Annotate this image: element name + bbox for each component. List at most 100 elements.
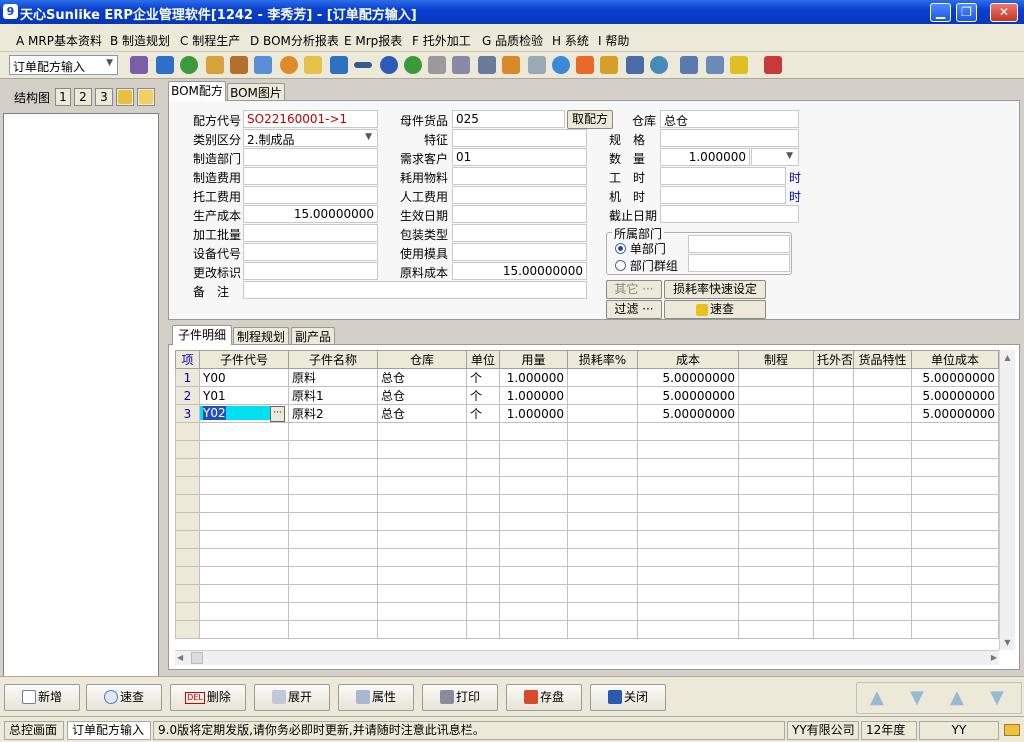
mfg-cost-field[interactable]	[243, 167, 378, 185]
refresh-icon[interactable]	[650, 56, 668, 74]
col-unit-cost[interactable]: 单位成本	[911, 350, 999, 369]
calculator-icon[interactable]	[478, 56, 496, 74]
nav-first-icon[interactable]: ▲	[870, 687, 884, 708]
help-icon[interactable]	[380, 56, 398, 74]
cell-unit[interactable]: 个	[466, 404, 500, 423]
menu-mrp-basic[interactable]: A MRP基本资料	[16, 32, 102, 49]
close-button[interactable]: 关闭	[590, 684, 666, 711]
loss-rate-button[interactable]: 损耗率快速设定	[664, 280, 766, 299]
cell-warehouse[interactable]: 总仓	[377, 404, 467, 423]
cell-usage[interactable]: 1.000000	[499, 368, 568, 387]
key-icon[interactable]	[354, 62, 372, 68]
home-tab[interactable]: 总控画面	[4, 721, 64, 740]
book-icon[interactable]	[330, 56, 348, 74]
document-icon[interactable]	[452, 56, 470, 74]
col-child-code[interactable]: 子件代号	[199, 350, 289, 369]
cell-cost[interactable]: 5.00000000	[637, 368, 739, 387]
mail-icon[interactable]	[304, 56, 322, 74]
cell-loss-rate[interactable]	[567, 368, 638, 387]
col-usage[interactable]: 用量	[499, 350, 568, 369]
col-process[interactable]: 制程	[738, 350, 814, 369]
properties-button[interactable]: 属性	[338, 684, 414, 711]
dept-group-field[interactable]	[688, 254, 790, 272]
cell-process[interactable]	[738, 368, 814, 387]
menu-quality[interactable]: G 品质检验	[482, 32, 543, 49]
cell-unit-cost[interactable]: 5.00000000	[911, 368, 999, 387]
table-row[interactable]	[175, 458, 999, 477]
table-row[interactable]	[175, 548, 999, 567]
scroll-right-icon[interactable]: ▶	[991, 651, 997, 665]
structure-tree[interactable]	[3, 113, 159, 713]
category-select[interactable]: 2.制成品 ▼	[243, 129, 378, 147]
cell-loss-rate[interactable]	[567, 404, 638, 423]
col-child-name[interactable]: 子件名称	[288, 350, 378, 369]
table-row[interactable]	[175, 620, 999, 639]
warehouse-field[interactable]: 总仓	[660, 110, 799, 128]
filter-button[interactable]: 过滤 ···	[606, 300, 662, 319]
add-button[interactable]: 新增	[4, 684, 80, 711]
exit-icon[interactable]	[764, 56, 782, 74]
table-row[interactable]	[175, 422, 999, 441]
minimize-button[interactable]: ▁	[930, 3, 951, 22]
menu-outsourcing[interactable]: F 托外加工	[412, 32, 471, 49]
cell-loss-rate[interactable]	[567, 386, 638, 405]
cell-process[interactable]	[738, 404, 814, 423]
print-button[interactable]: 打印	[422, 684, 498, 711]
home-icon[interactable]	[254, 56, 272, 74]
menu-mrp-reports[interactable]: E Mrp报表	[344, 32, 402, 49]
qty-field[interactable]: 1.000000	[660, 148, 750, 166]
current-tab[interactable]: 订单配方输入	[67, 721, 151, 740]
col-unit[interactable]: 单位	[466, 350, 500, 369]
spec-field[interactable]	[660, 129, 799, 147]
note-field[interactable]	[243, 281, 587, 299]
cell-child-code[interactable]: Y01	[199, 386, 289, 405]
dept-field[interactable]	[243, 148, 378, 166]
menu-bom-reports[interactable]: D BOM分析报表	[250, 32, 339, 49]
dept-group-radio[interactable]: 部门群组	[615, 257, 678, 274]
parent-field[interactable]: 025	[452, 110, 565, 128]
deadline-field[interactable]	[660, 205, 799, 223]
scroll-down-icon[interactable]: ▼	[1000, 635, 1015, 650]
search-button[interactable]: 速查	[86, 684, 162, 711]
cascade-icon[interactable]	[730, 56, 748, 74]
expand-button[interactable]: 展开	[254, 684, 330, 711]
col-cost[interactable]: 成本	[637, 350, 739, 369]
col-item-property[interactable]: 货品特性	[853, 350, 912, 369]
cell-warehouse[interactable]: 总仓	[377, 368, 467, 387]
copy-icon[interactable]	[528, 56, 546, 74]
cell-unit[interactable]: 个	[466, 386, 500, 405]
tab-byproduct[interactable]: 副产品	[291, 327, 335, 345]
lock-icon[interactable]	[206, 56, 224, 74]
cabinet-icon[interactable]	[502, 56, 520, 74]
cell-unit-cost[interactable]: 5.00000000	[911, 404, 999, 423]
cell-usage[interactable]: 1.000000	[499, 386, 568, 405]
package-field[interactable]	[452, 224, 587, 242]
tab-bom[interactable]: BOM配方	[168, 81, 226, 101]
single-dept-field[interactable]	[688, 235, 790, 253]
nav-next-icon[interactable]: ▼	[910, 687, 924, 708]
cart-icon[interactable]	[428, 56, 446, 74]
window-icon[interactable]	[680, 56, 698, 74]
delete-button[interactable]: DEL 删除	[170, 684, 246, 711]
cell-cost[interactable]: 5.00000000	[637, 386, 739, 405]
cell-child-name[interactable]: 原料1	[288, 386, 378, 405]
vertical-scrollbar[interactable]: ▲ ▼	[999, 350, 1015, 650]
single-dept-radio[interactable]: 单部门	[615, 240, 666, 257]
mold-field[interactable]	[452, 243, 587, 261]
other-button[interactable]: 其它 ···	[606, 280, 662, 299]
table-row[interactable]	[175, 512, 999, 531]
tree-icon[interactable]	[130, 56, 148, 74]
col-loss-rate[interactable]: 损耗率%	[567, 350, 638, 369]
cell-outsource[interactable]	[813, 368, 854, 387]
tab-detail[interactable]: 子件明细	[172, 325, 232, 345]
scroll-thumb[interactable]	[191, 652, 203, 664]
table-row[interactable]	[175, 584, 999, 603]
table-row[interactable]	[175, 476, 999, 495]
maximize-button[interactable]: ❐	[956, 3, 977, 22]
consume-field[interactable]	[452, 167, 587, 185]
cell-cost[interactable]: 5.00000000	[637, 404, 739, 423]
col-warehouse[interactable]: 仓库	[377, 350, 467, 369]
mail-icon[interactable]	[1004, 724, 1020, 736]
dollar-icon[interactable]	[404, 56, 422, 74]
cell-child-code-editing[interactable]: Y02 ···	[199, 404, 289, 423]
